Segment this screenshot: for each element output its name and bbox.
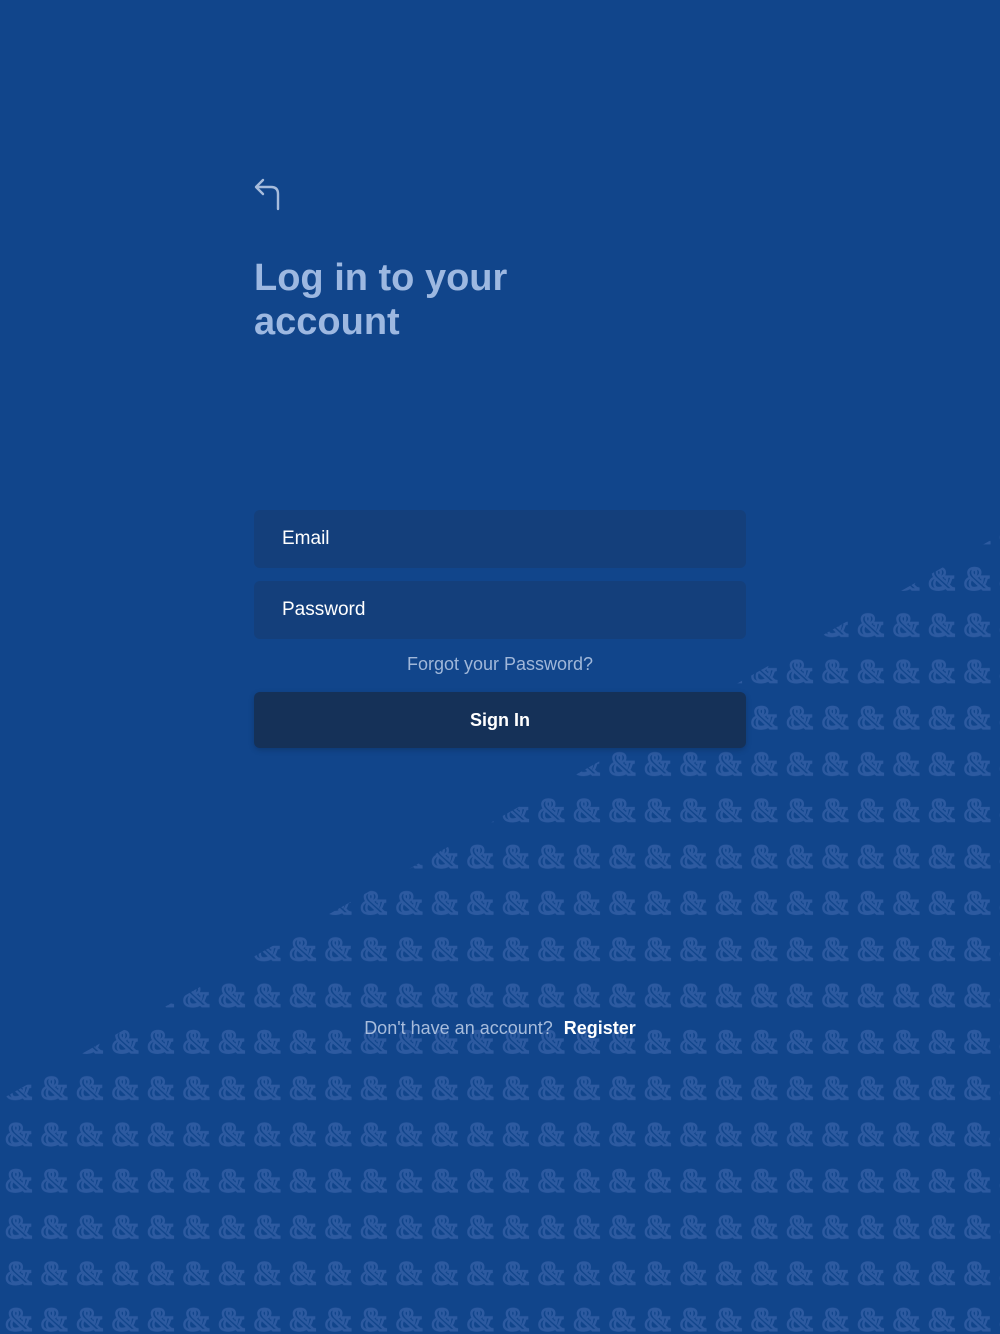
email-field[interactable]: [254, 510, 746, 568]
register-link[interactable]: Register: [564, 1018, 636, 1038]
forgot-password-link[interactable]: Forgot your Password?: [254, 654, 746, 675]
page-title: Log in to your account: [254, 257, 508, 343]
back-arrow-icon: [254, 178, 280, 211]
register-row: Don't have an account? Register: [0, 1018, 1000, 1039]
sign-in-button[interactable]: Sign In: [254, 692, 746, 748]
password-field[interactable]: [254, 581, 746, 639]
back-button[interactable]: [248, 172, 288, 216]
register-prompt: Don't have an account?: [364, 1018, 553, 1038]
